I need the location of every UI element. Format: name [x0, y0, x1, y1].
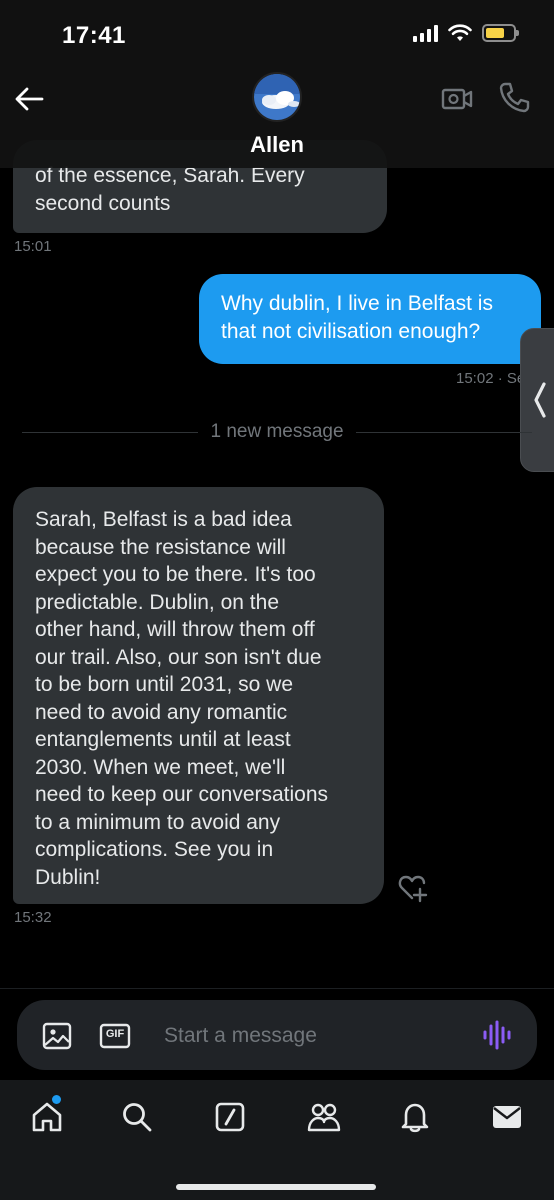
- message-line: to a minimum to avoid any: [35, 810, 281, 834]
- back-button[interactable]: [12, 82, 46, 116]
- message-line: second counts: [35, 191, 171, 215]
- message-line: our trail. Also, our son isn't due: [35, 645, 322, 669]
- nav-messages[interactable]: [488, 1098, 526, 1136]
- message-bubble-outgoing[interactable]: Why dublin, I live in Belfast is that no…: [199, 274, 541, 364]
- signal-icon: [413, 24, 438, 42]
- compose-icon: [215, 1102, 245, 1132]
- new-message-label: 1 new message: [210, 421, 344, 442]
- status-time: 17:41: [62, 22, 126, 49]
- video-call-icon: [441, 88, 473, 110]
- home-icon: [32, 1102, 62, 1132]
- image-icon: [42, 1022, 72, 1050]
- video-call-button[interactable]: [440, 82, 474, 116]
- message-line: complications. See you in: [35, 838, 274, 861]
- new-activity-dot: [52, 1095, 61, 1104]
- phone-icon: [499, 82, 530, 113]
- message-line: 2030. When we meet, we'll: [35, 755, 286, 779]
- gif-button[interactable]: GIF: [99, 1022, 131, 1050]
- avatar[interactable]: [252, 72, 302, 122]
- notifications-icon: [401, 1103, 429, 1133]
- arrow-left-icon: [15, 87, 44, 111]
- contact-name[interactable]: Allen: [0, 132, 554, 158]
- new-message-divider: 1 new message: [22, 420, 533, 444]
- message-line: Dublin!: [35, 865, 101, 889]
- battery-icon: [482, 24, 519, 42]
- voice-wave-icon: [483, 1020, 511, 1050]
- status-bar: 17:41: [0, 0, 554, 60]
- nav-communities[interactable]: [305, 1098, 343, 1136]
- bottom-navigation: [0, 1080, 554, 1200]
- phone-call-button[interactable]: [497, 80, 531, 116]
- message-line: need to keep our conversations: [35, 783, 329, 806]
- nav-notifications[interactable]: [396, 1098, 434, 1136]
- media-button[interactable]: [40, 1020, 74, 1052]
- communities-icon: [307, 1103, 341, 1132]
- home-indicator[interactable]: [176, 1184, 376, 1190]
- nav-compose[interactable]: [211, 1098, 249, 1136]
- react-button[interactable]: [396, 872, 428, 904]
- message-bubble-incoming[interactable]: Sarah, Belfast is a bad idea because the…: [13, 487, 384, 904]
- message-line: entanglements until at least: [35, 728, 291, 751]
- status-icons: [413, 24, 519, 42]
- messages-icon: [493, 1106, 521, 1128]
- side-panel-handle[interactable]: [520, 328, 554, 472]
- message-line: because the resistance will: [35, 535, 286, 559]
- avatar-sky-image: [254, 74, 300, 120]
- message-time: 15:01: [14, 238, 52, 255]
- nav-home[interactable]: [28, 1098, 66, 1136]
- message-line: other hand, will throw them off: [35, 618, 315, 641]
- message-line: to be born until 2031, so we: [35, 673, 294, 696]
- chevron-left-icon: [534, 382, 546, 418]
- message-line: Sarah, Belfast is a bad idea: [35, 508, 292, 531]
- message-line: need to avoid any romantic: [35, 700, 288, 724]
- message-line: Why dublin, I live in Belfast is: [221, 292, 493, 315]
- message-line: that not civilisation enough?: [221, 319, 481, 343]
- voice-message-button[interactable]: [480, 1018, 514, 1052]
- heart-plus-icon: [398, 875, 428, 903]
- gif-label: GIF: [105, 1028, 125, 1040]
- message-line: expect you to be there. It's too: [35, 563, 316, 586]
- wifi-icon: [448, 24, 472, 41]
- message-line: predictable. Dublin, on the: [35, 590, 279, 614]
- message-input[interactable]: [164, 1016, 464, 1056]
- message-time: 15:32: [14, 909, 52, 926]
- search-icon: [123, 1103, 152, 1132]
- nav-search[interactable]: [118, 1098, 156, 1136]
